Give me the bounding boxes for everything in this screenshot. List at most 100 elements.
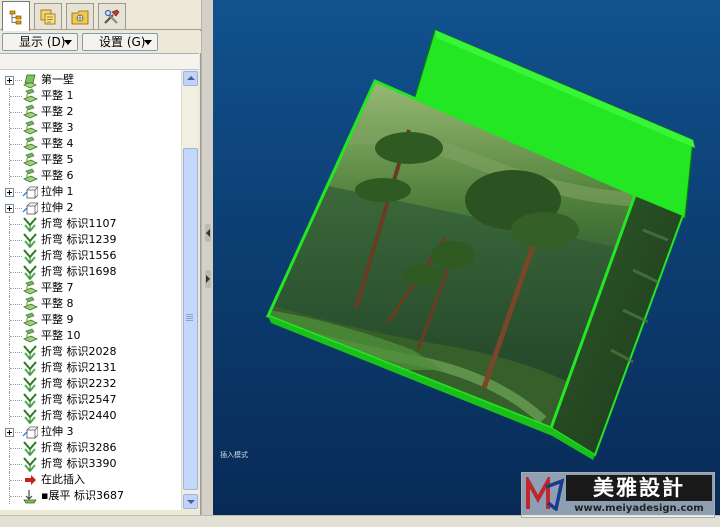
tree-item[interactable]: 折弯 标识1556 <box>0 248 181 265</box>
tree-connector-line <box>10 400 22 401</box>
tree-connector-line <box>15 192 22 193</box>
bend-icon <box>22 376 38 393</box>
chevron-down-icon <box>144 40 152 45</box>
tree-item[interactable]: 在此插入 <box>0 472 181 488</box>
tree-connector-line <box>10 320 22 321</box>
tree-item[interactable]: 平整 7 <box>0 280 181 296</box>
tree-item[interactable]: 平整 3 <box>0 120 181 136</box>
bend-icon <box>22 360 38 377</box>
flatten-icon <box>22 88 38 104</box>
tree-connector-line <box>10 368 22 369</box>
bend-icon <box>22 216 38 233</box>
tree-connector-line <box>10 240 22 241</box>
scroll-grip-icon <box>186 314 193 315</box>
tree-item[interactable]: 第一壁 <box>0 72 181 89</box>
viewport-corner-label: 插入模式 <box>220 451 248 459</box>
tree-item-label: 在此插入 <box>41 473 85 486</box>
flatten-icon <box>22 280 38 296</box>
unbend-icon <box>22 488 38 504</box>
settings-dropdown-button[interactable]: 设置 (G) <box>82 33 158 51</box>
tree-item-label: 平整 3 <box>41 121 74 134</box>
tree-connector-line <box>10 416 22 417</box>
bend-icon <box>22 392 38 409</box>
tree-connector-line <box>15 208 22 209</box>
tree-connector-line <box>15 432 22 433</box>
tree-item[interactable]: 折弯 标识1107 <box>0 216 181 233</box>
feature-tree-panel: 显示 (D) 设置 (G) 第一壁 平整 1 平整 2 平整 3 平整 4 平整 5 平整 … <box>0 0 201 515</box>
flatten-icon <box>22 328 38 344</box>
tree-scrollbar[interactable] <box>181 70 198 510</box>
tree-item[interactable]: 折弯 标识1239 <box>0 232 181 249</box>
scroll-up-button[interactable] <box>183 71 198 86</box>
tree-item[interactable]: 平整 9 <box>0 312 181 328</box>
tree-item[interactable]: 拉伸 3 <box>0 424 181 440</box>
flatten-icon <box>22 104 38 120</box>
tree-item[interactable]: 折弯 标识2131 <box>0 360 181 377</box>
brand-logo-icon <box>526 477 564 511</box>
tree-item-label: 平整 10 <box>41 329 81 342</box>
tree-item[interactable]: 拉伸 2 <box>0 200 181 216</box>
tree-connector-line <box>10 352 22 353</box>
properties-tab[interactable] <box>34 3 62 29</box>
expand-plus-icon[interactable] <box>5 428 14 437</box>
insert-here-arrow-icon <box>22 472 38 488</box>
display-dropdown-button[interactable]: 显示 (D) <box>2 33 78 51</box>
tree-connector-line <box>10 256 22 257</box>
extrude-icon <box>22 200 39 216</box>
tree-item-label: 平整 4 <box>41 137 74 150</box>
collapse-left-icon[interactable] <box>205 224 211 242</box>
tree-item-label: 平整 9 <box>41 313 74 326</box>
tree-item[interactable]: 折弯 标识2547 <box>0 392 181 409</box>
configuration-tab[interactable] <box>66 3 94 29</box>
tree-item-label: 折弯 标识2547 <box>41 393 117 406</box>
chevron-down-icon <box>64 40 72 45</box>
tree-item[interactable]: 平整 8 <box>0 296 181 312</box>
tree-item[interactable]: 折弯 标识2232 <box>0 376 181 393</box>
bend-icon <box>22 440 38 457</box>
tree-item[interactable]: 折弯 标识3390 <box>0 456 181 473</box>
tree-item[interactable]: 折弯 标识2028 <box>0 344 181 361</box>
tree-connector-line <box>15 80 22 81</box>
tree-item-label: 平整 1 <box>41 89 74 102</box>
tree-item[interactable]: 折弯 标识1698 <box>0 264 181 281</box>
panel-splitter[interactable] <box>201 0 213 515</box>
tree-item[interactable]: 拉伸 1 <box>0 184 181 200</box>
tools-icon <box>104 9 120 24</box>
property-manager-icon <box>40 9 56 24</box>
panel-toolbar: 显示 (D) 设置 (G) <box>0 31 201 53</box>
expand-plus-icon[interactable] <box>5 188 14 197</box>
bend-icon <box>22 408 38 425</box>
tree-item[interactable]: ▪展平 标识3687 <box>0 488 181 504</box>
display-button-label: 显示 (D) <box>19 35 66 49</box>
tree-connector-line <box>10 384 22 385</box>
watermark-brand-text: 美雅設計 <box>566 475 712 501</box>
tree-item-label: 平整 5 <box>41 153 74 166</box>
tree-item[interactable]: 平整 4 <box>0 136 181 152</box>
bend-icon <box>22 248 38 265</box>
expand-plus-icon[interactable] <box>5 204 14 213</box>
tree-item[interactable]: 折弯 标识2440 <box>0 408 181 425</box>
expand-plus-icon[interactable] <box>5 76 14 85</box>
tools-tab[interactable] <box>98 3 126 29</box>
tree-connector-line <box>10 224 22 225</box>
tree-item-label: 折弯 标识3390 <box>41 457 117 470</box>
graphics-viewport[interactable]: 插入模式 <box>213 0 720 515</box>
tree-connector-line <box>10 144 22 145</box>
scroll-thumb[interactable] <box>183 148 198 490</box>
tree-item[interactable]: 平整 2 <box>0 104 181 120</box>
extrude-icon <box>22 184 39 200</box>
tree-item-label: 平整 2 <box>41 105 74 118</box>
bend-icon <box>22 456 38 473</box>
bend-icon <box>22 344 38 361</box>
tree-item[interactable]: 平整 5 <box>0 152 181 168</box>
flatten-icon <box>22 136 38 152</box>
feature-tree-tab[interactable] <box>2 1 30 31</box>
tree-item[interactable]: 折弯 标识3286 <box>0 440 181 457</box>
tree-item[interactable]: 平整 1 <box>0 88 181 104</box>
tree-connector-line <box>10 176 22 177</box>
tree-item[interactable]: 平整 10 <box>0 328 181 344</box>
expand-right-icon[interactable] <box>205 270 211 288</box>
tree-item[interactable]: 平整 6 <box>0 168 181 184</box>
scroll-down-button[interactable] <box>183 494 198 509</box>
base-flange-icon <box>22 72 38 89</box>
